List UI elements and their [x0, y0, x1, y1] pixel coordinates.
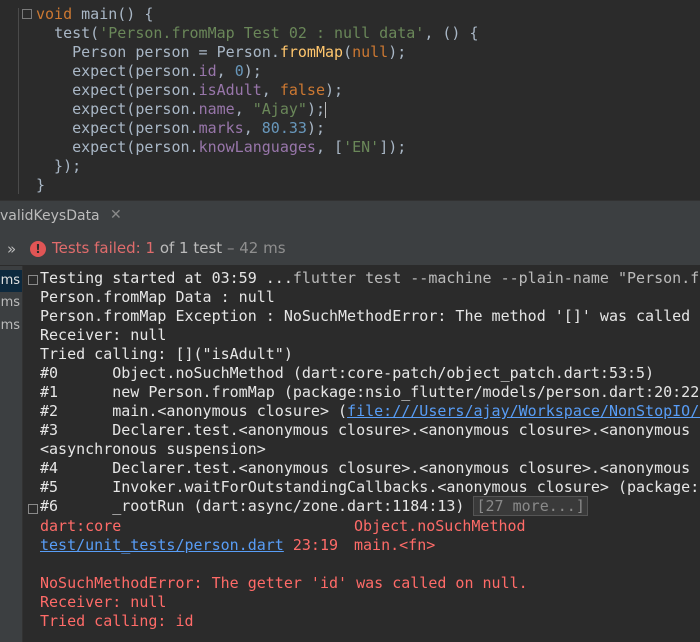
- file-link[interactable]: file:///Users/ajay/Workspace/NonStopIO/F: [347, 402, 700, 420]
- test-duration-item[interactable]: ms: [0, 270, 22, 292]
- console-line: main.<fn>: [354, 536, 436, 554]
- test-result-summary: Tests failed: 1 of 1 test – 42 ms: [52, 239, 286, 257]
- error-message: NoSuchMethodError: The getter 'id' was c…: [40, 574, 528, 592]
- console-line: Testing started at 03:59 ...flutter test…: [40, 269, 700, 287]
- test-tree-panel: ms ms ms: [0, 266, 23, 642]
- close-icon[interactable]: ✕: [110, 207, 122, 223]
- test-tab-bar: validKeysData ✕: [0, 200, 700, 234]
- code-line-4[interactable]: expect(person.id, 0);: [36, 62, 262, 81]
- console-output[interactable]: Testing started at 03:59 ...flutter test…: [23, 266, 700, 642]
- stack-frame: #5 Invoker.waitForOutstandingCallbacks.<…: [40, 478, 700, 496]
- fold-guide: [18, 8, 19, 194]
- fold-icon[interactable]: [22, 8, 32, 19]
- test-duration-item[interactable]: ms: [0, 315, 22, 337]
- tab-validkeysdata[interactable]: validKeysData: [0, 208, 100, 224]
- chevron-right-icon[interactable]: »: [7, 240, 16, 258]
- file-link[interactable]: test/unit_tests/person.dart: [40, 536, 284, 554]
- console-line: dart:core: [40, 517, 122, 535]
- code-line-8[interactable]: expect(person.knowLanguages, ['EN']);: [36, 138, 406, 157]
- console-line: test/unit_tests/person.dart 23:19: [40, 536, 339, 554]
- stack-frame: #0 Object.noSuchMethod (dart:core-patch/…: [40, 364, 655, 382]
- console-line: Person.fromMap Data : null: [40, 288, 275, 306]
- code-line-10[interactable]: }: [36, 176, 45, 195]
- console-line: Object.noSuchMethod: [354, 517, 526, 535]
- more-frames-button[interactable]: [27 more...]: [473, 496, 588, 516]
- console-line: Receiver: null: [40, 326, 167, 344]
- fold-icon[interactable]: [28, 275, 38, 285]
- error-message: Receiver: null: [40, 593, 167, 611]
- error-message: Tried calling: id: [40, 612, 194, 630]
- stack-frame: #2 main.<anonymous closure> (file:///Use…: [40, 402, 700, 421]
- error-icon: !: [30, 241, 46, 257]
- stack-frame: #3 Declarer.test.<anonymous closure>.<an…: [40, 421, 700, 439]
- code-line-1[interactable]: void main() {: [0, 5, 153, 24]
- stack-frame: #1 new Person.fromMap (package:nsio_flut…: [40, 383, 700, 401]
- code-line-9[interactable]: });: [36, 157, 81, 176]
- code-line-3[interactable]: Person person = Person.fromMap(null);: [36, 43, 406, 62]
- console-line: <asynchronous suspension>: [40, 440, 266, 458]
- stack-frame: #6 _rootRun (dart:async/zone.dart:1184:1…: [40, 496, 588, 516]
- code-line-2[interactable]: test('Person.fromMap Test 02 : null data…: [36, 24, 478, 43]
- test-duration-item[interactable]: ms: [0, 292, 22, 314]
- code-line-5[interactable]: expect(person.isAdult, false);: [36, 81, 343, 100]
- text-cursor: [325, 101, 326, 118]
- code-editor[interactable]: void main() { test('Person.fromMap Test …: [0, 0, 700, 200]
- console-line: Person.fromMap Exception : NoSuchMethodE…: [40, 307, 700, 325]
- console-line: Tried calling: []("isAdult"): [40, 345, 293, 363]
- stack-frame: #4 Declarer.test.<anonymous closure>.<an…: [40, 459, 700, 477]
- code-line-7[interactable]: expect(person.marks, 80.33);: [36, 119, 325, 138]
- code-line-6[interactable]: expect(person.name, "Ajay");: [36, 100, 326, 119]
- fold-icon[interactable]: [28, 504, 38, 514]
- test-status-bar: » ! Tests failed: 1 of 1 test – 42 ms: [0, 233, 700, 266]
